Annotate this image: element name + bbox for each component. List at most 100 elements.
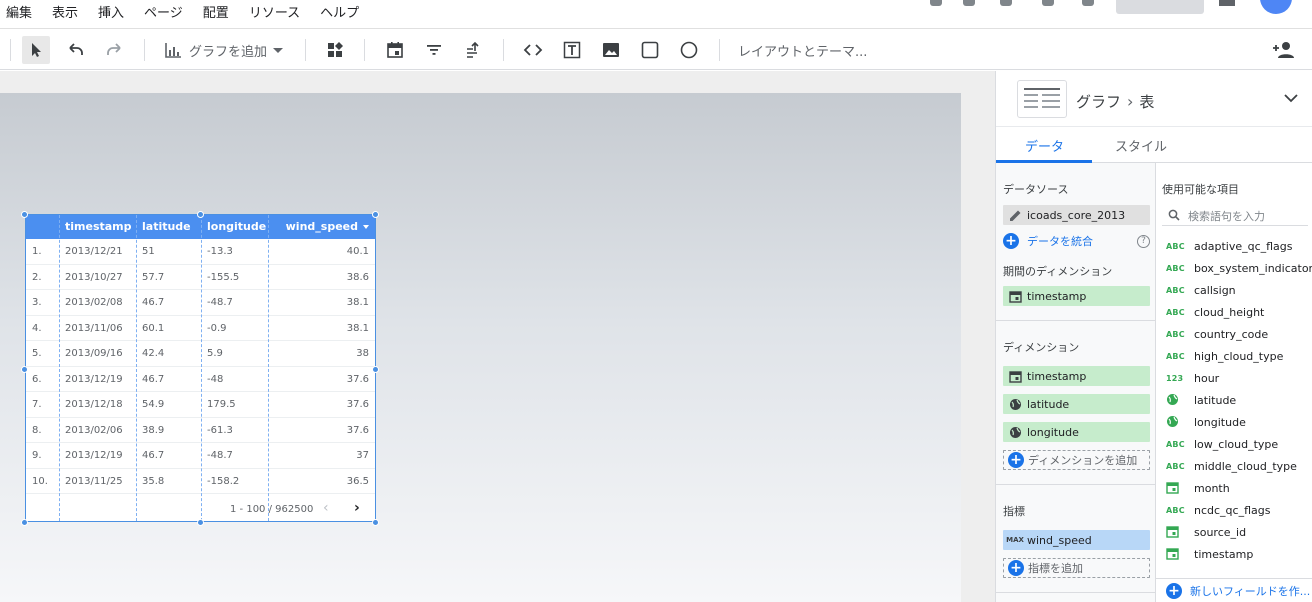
aggregation-badge[interactable]: MAX: [1003, 530, 1027, 550]
menu-item[interactable]: 表示: [52, 5, 78, 23]
avatar[interactable]: [1260, 0, 1292, 14]
menu-item[interactable]: ヘルプ: [320, 5, 359, 23]
date-range-button[interactable]: [381, 36, 409, 64]
table-cell: 40.1: [346, 246, 369, 257]
undo-button[interactable]: [61, 36, 89, 64]
field-item[interactable]: longitude: [1166, 411, 1246, 433]
column-header[interactable]: latitude: [136, 215, 201, 239]
help-icon[interactable]: ?: [1137, 235, 1150, 248]
community-viz-button[interactable]: [321, 36, 349, 64]
menu-item[interactable]: 挿入: [98, 5, 124, 23]
view-button[interactable]: [1116, 0, 1204, 14]
table-cell: 37.6: [346, 373, 369, 385]
menu-item[interactable]: リソース: [249, 5, 300, 23]
add-dimension-button[interactable]: + ディメンションを追加: [1003, 450, 1150, 470]
menu-item[interactable]: ページ: [144, 5, 183, 23]
data-source-name: icoads_core_2013: [1027, 208, 1126, 222]
resize-handle[interactable]: [21, 211, 28, 218]
menu-item[interactable]: 編集: [6, 5, 32, 23]
info-icon[interactable]: [1042, 0, 1054, 6]
tab-data[interactable]: データ: [1025, 136, 1064, 155]
date-dimension-chip[interactable]: timestamp: [1003, 286, 1150, 306]
table-cell: 51: [142, 246, 155, 257]
history-icon[interactable]: [963, 0, 975, 6]
metric-chip[interactable]: MAX wind_speed: [1003, 530, 1150, 550]
field-name: timestamp: [1194, 547, 1254, 561]
column-header[interactable]: longitude: [201, 215, 268, 239]
field-item[interactable]: ABC high_cloud_type: [1166, 345, 1283, 367]
search-icon: [1168, 209, 1180, 221]
add-metric-button[interactable]: + 指標を追加: [1003, 558, 1150, 578]
create-field-button[interactable]: + 新しいフィールドを作...: [1156, 578, 1312, 602]
field-item[interactable]: timestamp: [1166, 543, 1253, 565]
dimension-chip-timestamp[interactable]: timestamp: [1003, 366, 1150, 386]
resize-handle[interactable]: [197, 519, 204, 526]
rectangle-button[interactable]: [636, 36, 664, 64]
add-person-icon: [1273, 42, 1294, 58]
blend-data-link[interactable]: + データを統合: [1003, 233, 1093, 249]
data-control-button[interactable]: [459, 36, 487, 64]
data-source-chip[interactable]: icoads_core_2013: [1003, 205, 1150, 225]
filter-button[interactable]: [420, 36, 448, 64]
add-chart-button[interactable]: グラフを追加: [163, 38, 284, 62]
dimension-chip-longitude[interactable]: longitude: [1003, 422, 1150, 442]
field-item[interactable]: source_id: [1166, 521, 1246, 543]
image-button[interactable]: [597, 36, 625, 64]
resize-handle[interactable]: [372, 211, 379, 218]
menu-item[interactable]: 配置: [203, 5, 229, 23]
field-item[interactable]: ABC box_system_indicator: [1166, 257, 1312, 279]
column-header[interactable]: wind_speed: [268, 215, 375, 239]
embed-url-button[interactable]: [519, 36, 547, 64]
field-item[interactable]: 123 hour: [1166, 367, 1219, 389]
field-item[interactable]: ABC ncdc_qc_flags: [1166, 499, 1270, 521]
layout-theme-button[interactable]: レイアウトとテーマ...: [738, 41, 867, 60]
column-divider[interactable]: [136, 215, 137, 521]
column-header-label: wind_speed: [285, 220, 358, 233]
resize-handle[interactable]: [21, 366, 28, 373]
circle-button[interactable]: [675, 36, 703, 64]
copy-icon[interactable]: [1082, 0, 1094, 6]
tab-style[interactable]: スタイル: [1115, 136, 1167, 155]
breadcrumb-root: グラフ: [1076, 93, 1122, 111]
search-input[interactable]: 検索語句を入力: [1188, 208, 1265, 224]
column-divider[interactable]: [201, 215, 202, 521]
field-search[interactable]: 検索語句を入力: [1162, 204, 1308, 226]
field-item[interactable]: latitude: [1166, 389, 1236, 411]
pencil-icon[interactable]: [1009, 209, 1022, 222]
dimension-chip-latitude[interactable]: latitude: [1003, 394, 1150, 414]
field-item[interactable]: ABC country_code: [1166, 323, 1268, 345]
resize-handle[interactable]: [372, 366, 379, 373]
column-header[interactable]: timestamp: [59, 215, 136, 239]
chevron-down-icon[interactable]: [1284, 91, 1298, 105]
column-header-label: longitude: [207, 220, 267, 233]
apps-grid-icon[interactable]: [1219, 0, 1235, 6]
refresh-icon[interactable]: [1000, 0, 1012, 6]
field-item[interactable]: ABC middle_cloud_type: [1166, 455, 1297, 477]
field-item[interactable]: ABC cloud_height: [1166, 301, 1264, 323]
table-cell: -61.3: [207, 424, 233, 436]
field-item[interactable]: ABC low_cloud_type: [1166, 433, 1278, 455]
redo-button[interactable]: [101, 36, 129, 64]
table-cell: 37.6: [346, 424, 369, 436]
globe-icon: [1009, 398, 1021, 410]
next-page-icon[interactable]: ›: [354, 500, 360, 516]
share-button[interactable]: [1270, 38, 1298, 62]
select-button[interactable]: [22, 36, 50, 64]
field-name: ncdc_qc_flags: [1194, 503, 1271, 517]
table-chart[interactable]: timestamp latitude longitude wind_speed 1. 2…: [25, 214, 376, 522]
field-item[interactable]: ABC adaptive_qc_flags: [1166, 235, 1293, 257]
field-item[interactable]: month: [1166, 477, 1230, 499]
sort-desc-icon[interactable]: [363, 225, 369, 229]
table-cell: 36.5: [346, 475, 369, 487]
prev-page-icon[interactable]: ‹: [323, 500, 329, 516]
resize-handle[interactable]: [372, 519, 379, 526]
help-icon[interactable]: [930, 0, 942, 6]
column-divider[interactable]: [59, 215, 60, 521]
resize-handle[interactable]: [197, 211, 204, 218]
text-button[interactable]: [558, 36, 586, 64]
chart-type-thumbnail[interactable]: [1017, 80, 1067, 118]
resize-handle[interactable]: [21, 519, 28, 526]
table-cell: 4.: [32, 322, 42, 334]
field-item[interactable]: ABC callsign: [1166, 279, 1236, 301]
column-divider[interactable]: [268, 215, 269, 521]
